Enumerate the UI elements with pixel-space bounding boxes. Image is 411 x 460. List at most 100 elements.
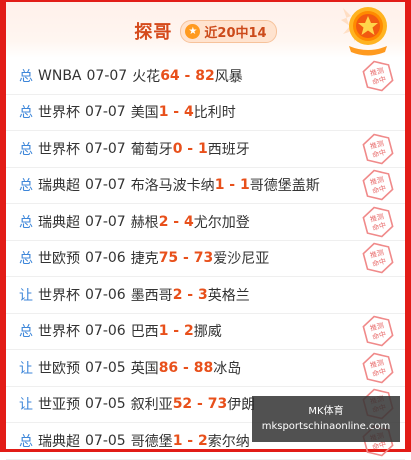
- bet-type-tag: 总: [19, 433, 33, 450]
- match-date: 07-07: [85, 213, 126, 230]
- away-team: 西班牙: [207, 141, 250, 158]
- score-separator: -: [168, 104, 184, 121]
- home-score: 1: [172, 432, 183, 449]
- score-separator: -: [192, 396, 208, 413]
- bet-type-tag: 让: [19, 360, 33, 377]
- league-name: 瑞典超: [38, 214, 80, 231]
- score-separator: -: [224, 177, 240, 194]
- list-item[interactable]: 让世界杯 07-06 墨西哥 2 - 3 英格兰: [6, 277, 405, 314]
- away-score: 1: [240, 177, 250, 194]
- league-name: 世欧预: [38, 360, 80, 377]
- home-team: 美国: [130, 105, 159, 122]
- bet-type-tag: 总: [19, 68, 33, 85]
- hit-stamp-icon: 推测命中: [362, 315, 394, 347]
- list-item[interactable]: 总 WNBA 07-07 火花 64 - 82 风暴 推测 命中: [6, 58, 405, 95]
- away-score: 4: [184, 104, 194, 121]
- away-score: 3: [198, 286, 208, 303]
- score-separator: -: [168, 323, 184, 340]
- away-team: 冰岛: [213, 360, 242, 377]
- hit-stamp-icon: 推测命中: [362, 133, 394, 165]
- home-team: 捷克: [130, 251, 159, 268]
- hit-stamp-icon: 推测命中: [362, 206, 394, 238]
- away-team: 风暴: [214, 68, 243, 85]
- away-team: 比利时: [193, 105, 236, 122]
- league-name: 瑞典超: [38, 178, 80, 195]
- list-item[interactable]: 总瑞典超 07-07 布洛马波卡纳 1 - 1 哥德堡盖斯 推测 命中: [6, 168, 405, 204]
- bet-type-tag: 总: [19, 178, 33, 195]
- hit-stamp-icon: 推测命中: [362, 169, 394, 201]
- list-item[interactable]: 总世界杯 07-07 美国 1 - 4 比利时: [6, 95, 405, 131]
- home-score: 2: [172, 286, 183, 303]
- hit-stamp-icon: 推测命中: [362, 352, 394, 384]
- hit-stamp-icon: 推测命中: [362, 60, 394, 92]
- league-name: WNBA: [38, 67, 82, 84]
- league-name: 世欧预: [38, 251, 80, 268]
- league-name: 瑞典超: [38, 433, 80, 450]
- home-team: 火花: [132, 68, 161, 85]
- match-date: 07-07: [85, 177, 126, 194]
- away-team: 尤尔加登: [193, 214, 250, 231]
- home-team: 布洛马波卡纳: [130, 178, 215, 195]
- match-date: 07-05: [85, 396, 126, 413]
- match-date: 07-06: [85, 286, 126, 303]
- bet-type-tag: 总: [19, 105, 33, 122]
- match-date: 07-05: [85, 432, 126, 449]
- away-team: 爱沙尼亚: [213, 251, 270, 268]
- league-name: 世界杯: [38, 141, 80, 158]
- match-date: 07-05: [85, 359, 126, 376]
- score-separator: -: [182, 286, 198, 303]
- home-score: 0: [172, 140, 183, 157]
- bet-type-tag: 总: [19, 251, 33, 268]
- watermark: MK体育 mksportschinaonline.com: [252, 396, 400, 442]
- score-separator: -: [182, 140, 198, 157]
- away-score: 2: [184, 323, 194, 340]
- home-team: 葡萄牙: [130, 141, 173, 158]
- bet-type-tag: 总: [19, 141, 33, 158]
- hit-rate-badge: ★ 近20中14: [180, 19, 277, 43]
- league-name: 世界杯: [38, 324, 80, 341]
- list-item[interactable]: 总瑞典超 07-07 赫根 2 - 4 尤尔加登 推测 命中: [6, 204, 405, 241]
- home-team: 赫根: [130, 214, 159, 231]
- away-score: 88: [193, 359, 214, 376]
- list-item[interactable]: 让世欧预 07-05 英国 86 - 88 冰岛 推测 命中: [6, 350, 405, 387]
- away-score: 2: [198, 432, 208, 449]
- league-name: 世亚预: [38, 397, 80, 414]
- match-date: 07-07: [85, 140, 126, 157]
- home-score: 1: [158, 104, 169, 121]
- home-score: 2: [158, 213, 169, 230]
- league-name: 世界杯: [38, 105, 80, 122]
- list-item[interactable]: 总世界杯 07-06 巴西 1 - 2 挪威 推测 命中: [6, 314, 405, 350]
- home-team: 叙利亚: [130, 397, 173, 414]
- away-team: 英格兰: [207, 287, 250, 304]
- bet-type-tag: 让: [19, 287, 33, 304]
- home-team: 英国: [130, 360, 159, 377]
- list-item[interactable]: 总世界杯 07-07 葡萄牙 0 - 1 西班牙 推测 命中: [6, 131, 405, 168]
- league-name: 世界杯: [38, 287, 80, 304]
- panel-header: 探哥 ★ 近20中14: [6, 2, 405, 58]
- list-item[interactable]: 总世欧预 07-06 捷克 75 - 73 爱沙尼亚 推测 命中: [6, 241, 405, 277]
- star-medal-icon: [341, 7, 387, 56]
- home-team: 墨西哥: [130, 287, 173, 304]
- score-separator: -: [179, 67, 196, 84]
- away-team: 索尔纳: [207, 433, 250, 450]
- home-score: 1: [214, 177, 225, 194]
- away-score: 82: [195, 67, 215, 84]
- away-team: 挪威: [193, 324, 222, 341]
- away-score: 4: [184, 213, 194, 230]
- score-separator: -: [182, 432, 198, 449]
- home-team: 巴西: [130, 324, 159, 341]
- match-date: 07-07: [85, 104, 126, 121]
- hit-rate-text: 近20中14: [204, 25, 267, 41]
- bet-type-tag: 总: [19, 214, 33, 231]
- score-separator: -: [178, 250, 194, 267]
- expert-name[interactable]: 探哥: [134, 18, 172, 44]
- home-score: 75: [158, 250, 179, 267]
- bet-type-tag: 总: [19, 324, 33, 341]
- match-date: 07-07: [86, 67, 128, 84]
- match-date: 07-06: [85, 323, 126, 340]
- away-team: 哥德堡盖斯: [249, 178, 320, 195]
- home-team: 哥德堡: [130, 433, 173, 450]
- home-score: 86: [158, 359, 179, 376]
- away-score: 73: [207, 396, 228, 413]
- watermark-line2: mksportschinaonline.com: [261, 421, 391, 432]
